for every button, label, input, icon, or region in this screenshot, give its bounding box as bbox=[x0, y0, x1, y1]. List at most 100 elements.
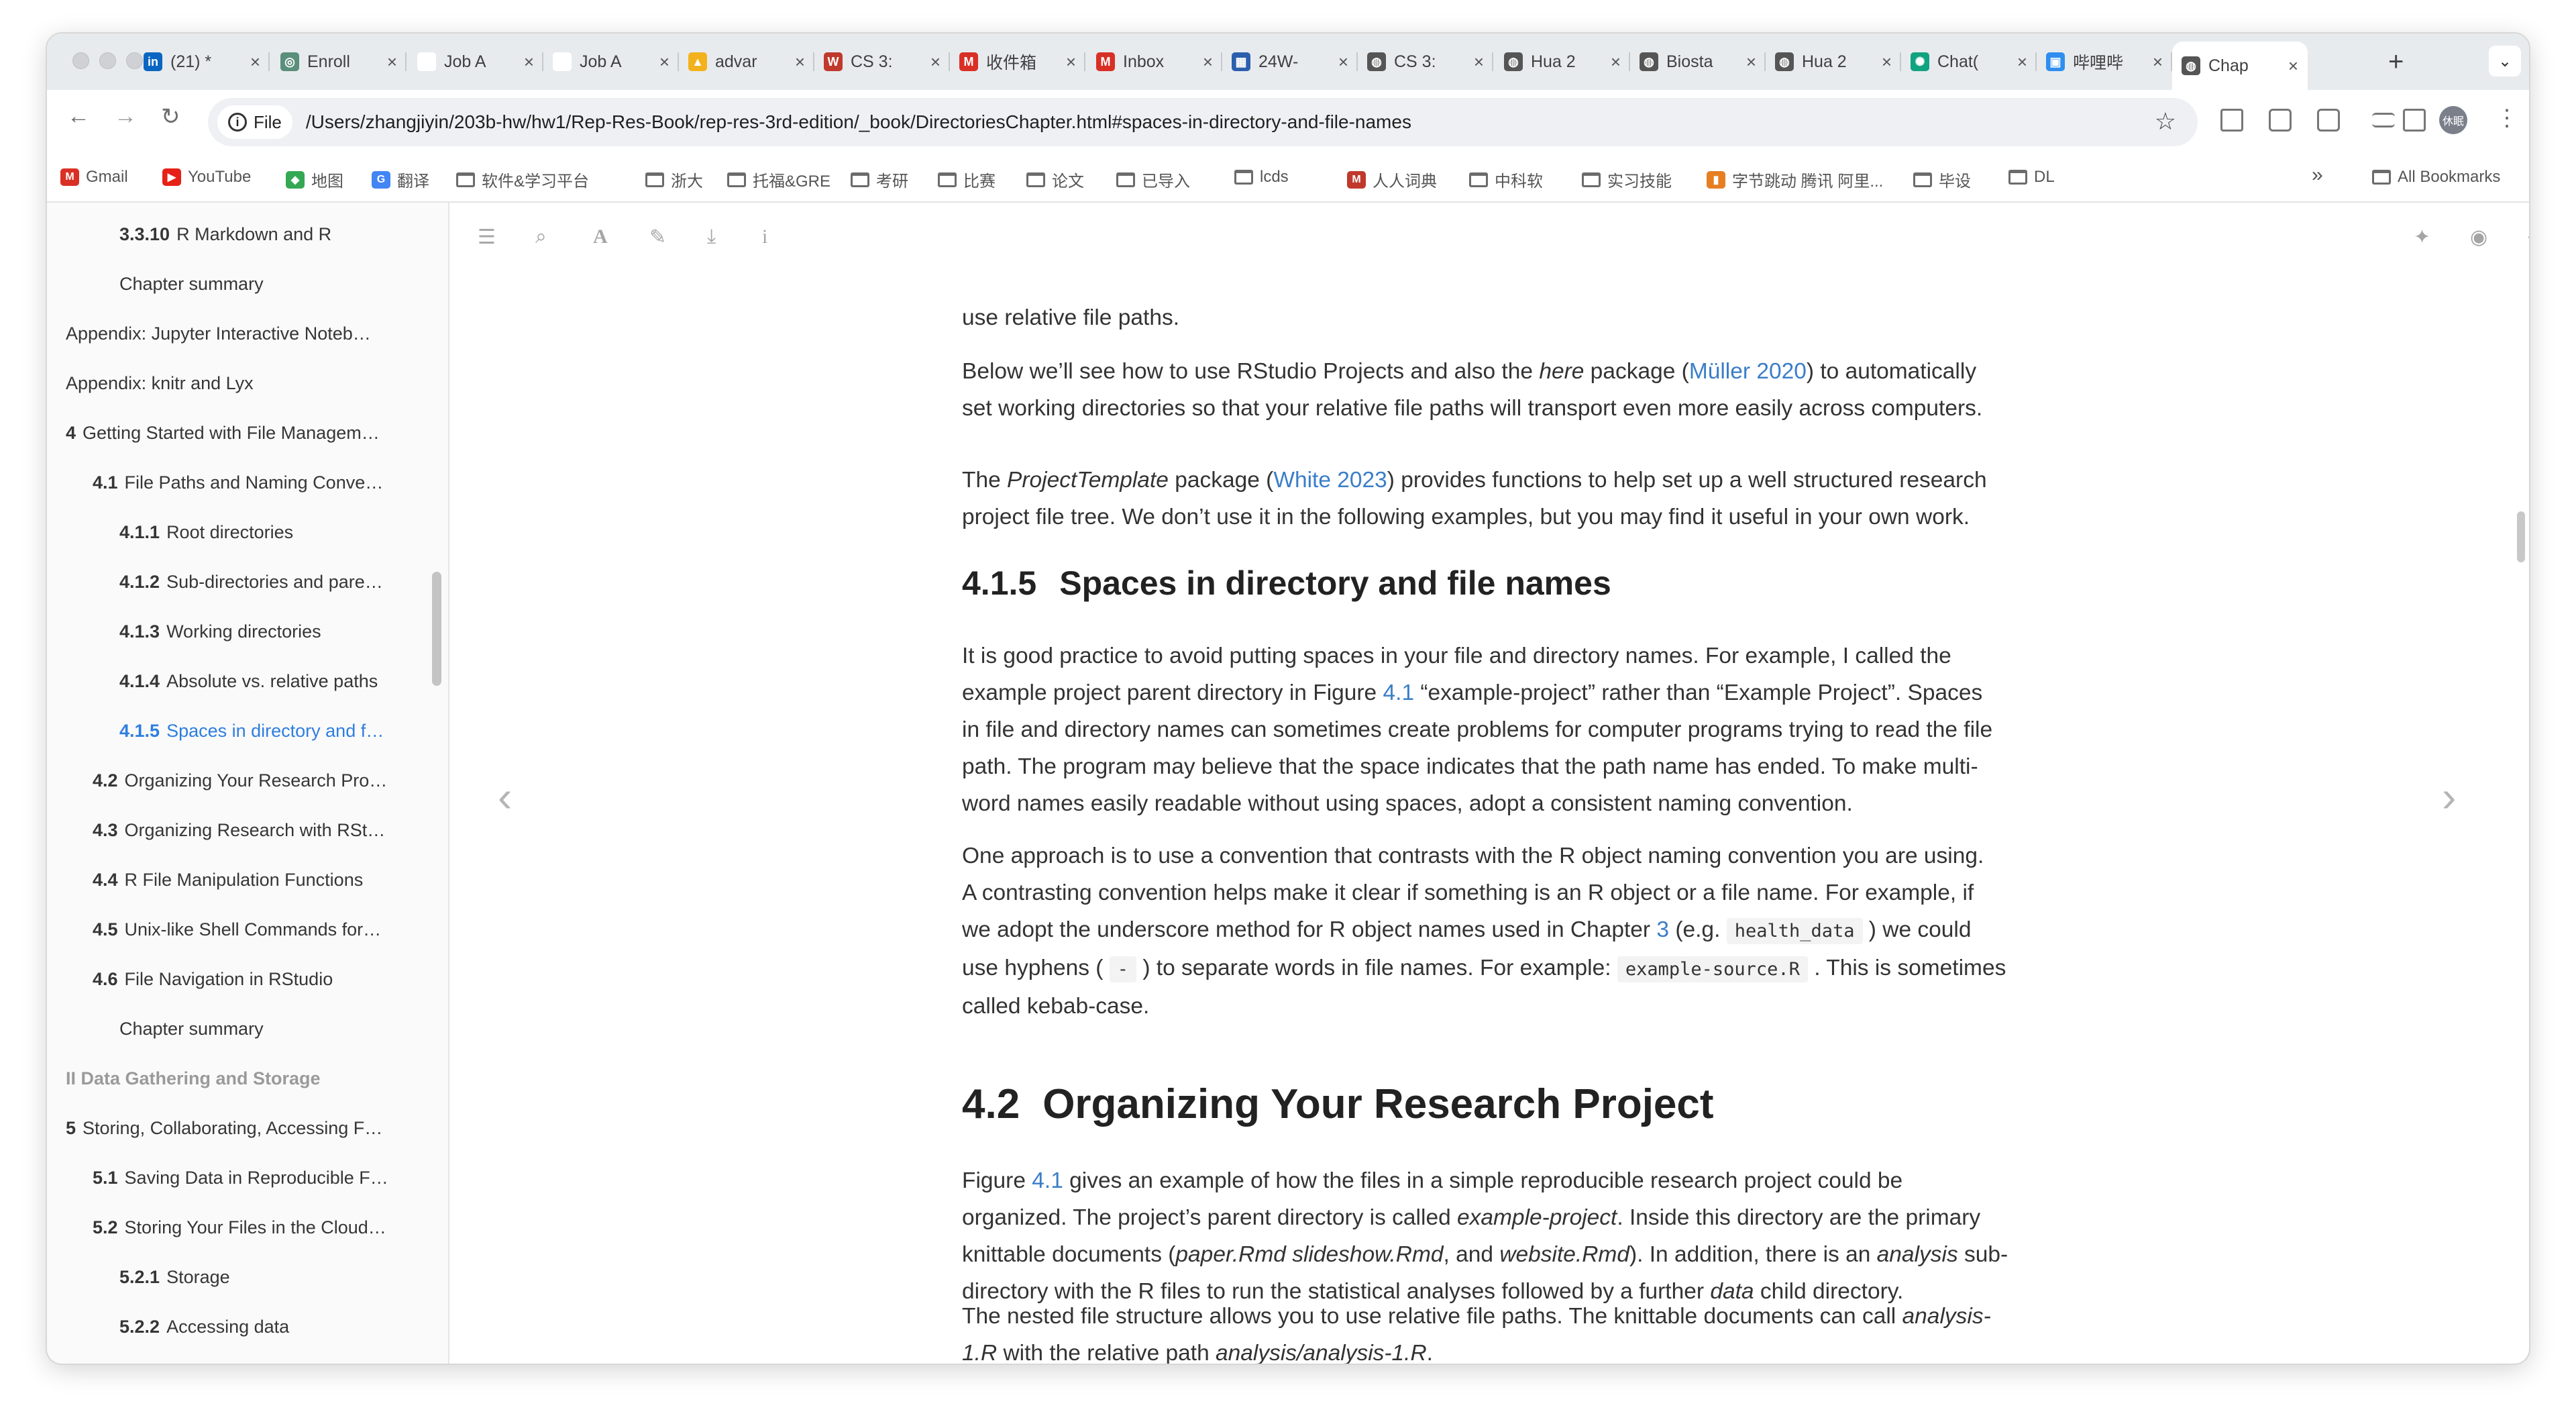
pen-extension-icon[interactable] bbox=[2269, 109, 2292, 132]
citation-link[interactable]: Müller 2020 bbox=[1689, 359, 1807, 384]
side-panel-icon[interactable] bbox=[2403, 109, 2426, 132]
bookmark-item[interactable]: ▶ YouTube bbox=[162, 168, 251, 187]
close-tab-icon[interactable]: × bbox=[1338, 52, 1348, 72]
browser-tab[interactable]: ◎ Enroll × bbox=[271, 42, 407, 82]
figure-link[interactable]: 4.1 bbox=[1032, 1168, 1063, 1193]
browser-tab[interactable]: M Inbox × bbox=[1087, 42, 1222, 82]
bookmark-item[interactable]: M Gmail bbox=[60, 168, 128, 187]
previous-page-chevron-icon[interactable]: ‹ bbox=[498, 772, 512, 821]
close-tab-icon[interactable]: × bbox=[2017, 52, 2027, 72]
toggle-sidebar-icon[interactable]: ☰ bbox=[478, 225, 496, 249]
toc-item[interactable]: II Data Gathering and Storage bbox=[66, 1068, 428, 1089]
close-tab-icon[interactable]: × bbox=[1474, 52, 1484, 72]
edit-icon[interactable]: ✎ bbox=[649, 225, 666, 249]
toc-item[interactable]: 5.2.1 Storage bbox=[119, 1267, 448, 1288]
browser-tab[interactable]: ◍ Hua 2 × bbox=[1766, 42, 1901, 82]
reading-list-icon[interactable] bbox=[2372, 113, 2395, 128]
toc-item[interactable]: 5.1 Saving Data in Reproducible F… bbox=[93, 1168, 448, 1188]
close-tab-icon[interactable]: × bbox=[250, 52, 260, 72]
profile-avatar[interactable]: 休眠 bbox=[2439, 106, 2467, 134]
close-tab-icon[interactable]: × bbox=[2153, 52, 2163, 72]
browser-tab[interactable]: ◍ CS 3: × bbox=[1358, 42, 1493, 82]
toc-item[interactable]: 4.1.2 Sub-directories and pare… bbox=[119, 572, 448, 593]
toc-item[interactable]: 5.2 Storing Your Files in the Cloud… bbox=[93, 1217, 448, 1238]
new-tab-button[interactable]: + bbox=[2388, 47, 2404, 77]
close-tab-icon[interactable]: × bbox=[1203, 52, 1213, 72]
back-arrow-icon[interactable]: ← bbox=[67, 103, 90, 130]
reload-icon[interactable]: ↻ bbox=[161, 103, 180, 130]
browser-tab[interactable]: ▣ 哔哩哔 × bbox=[2037, 42, 2172, 82]
toc-item[interactable]: 4.4 R File Manipulation Functions bbox=[93, 870, 448, 891]
browser-tab[interactable]: ◍ Biosta × bbox=[1630, 42, 1766, 82]
close-tab-icon[interactable]: × bbox=[524, 52, 534, 72]
puzzle-extensions-icon[interactable] bbox=[2317, 109, 2340, 132]
bookmark-item[interactable]: DL bbox=[2008, 168, 2055, 187]
browser-tab[interactable]: ◍ Chap × bbox=[2172, 42, 2308, 90]
share-icon[interactable]: ⋖ bbox=[2526, 225, 2529, 249]
content-scrollbar[interactable] bbox=[2517, 511, 2525, 562]
twitter-icon[interactable]: ✦ bbox=[2414, 225, 2430, 249]
menu-kebab-icon[interactable]: ⋮ bbox=[2496, 105, 2518, 132]
address-bar[interactable]: i File /Users/zhangjiyin/203b-hw/hw1/Rep… bbox=[208, 98, 2198, 146]
font-settings-icon[interactable]: A bbox=[593, 225, 608, 248]
forward-arrow-icon[interactable]: → bbox=[114, 103, 137, 130]
figure-link[interactable]: 4.1 bbox=[1383, 680, 1415, 705]
browser-tab[interactable]: Job A × bbox=[408, 42, 543, 82]
bookmarks-overflow-icon[interactable]: » bbox=[2312, 164, 2323, 187]
close-tab-icon[interactable]: × bbox=[1882, 52, 1892, 72]
browser-tab[interactable]: in (21) * × bbox=[134, 42, 270, 82]
bookmark-item[interactable]: 已导入 bbox=[1116, 168, 1190, 191]
bookmark-star-icon[interactable]: ☆ bbox=[2155, 107, 2176, 136]
toc-item[interactable]: 4.1.3 Working directories bbox=[119, 621, 448, 642]
bookmark-item[interactable]: 中科软 bbox=[1469, 168, 1543, 191]
info-icon[interactable]: i bbox=[762, 225, 767, 248]
github-icon[interactable]: ◉ bbox=[2470, 225, 2487, 249]
url-text[interactable]: /Users/zhangjiyin/203b-hw/hw1/Rep-Res-Bo… bbox=[306, 111, 1411, 133]
zotero-extension-icon[interactable] bbox=[2220, 109, 2243, 132]
toc-item[interactable]: 4.1.4 Absolute vs. relative paths bbox=[119, 671, 448, 692]
toc-item[interactable]: 4.6 File Navigation in RStudio bbox=[93, 969, 448, 990]
browser-tab[interactable]: ◍ Hua 2 × bbox=[1495, 42, 1630, 82]
toc-item[interactable]: 4.1.5 Spaces in directory and f… bbox=[119, 721, 448, 742]
browser-tab[interactable]: ▲ advar × bbox=[679, 42, 814, 82]
toc-item[interactable]: 5 Storing, Collaborating, Accessing F… bbox=[66, 1118, 428, 1139]
browser-tab[interactable]: W CS 3: × bbox=[814, 42, 950, 82]
close-tab-icon[interactable]: × bbox=[795, 52, 805, 72]
bookmark-item[interactable]: 软件&学习平台 bbox=[456, 168, 589, 191]
toc-item[interactable]: 4.1.1 Root directories bbox=[119, 522, 448, 543]
toc-item[interactable]: 4 Getting Started with File Managem… bbox=[66, 423, 428, 444]
bookmark-item[interactable]: 考研 bbox=[851, 168, 908, 191]
download-icon[interactable]: ⤓ bbox=[707, 225, 716, 248]
bookmark-item[interactable]: 毕设 bbox=[1913, 168, 1971, 191]
toc-item[interactable]: Appendix: Jupyter Interactive Noteb… bbox=[66, 323, 428, 344]
bookmark-item[interactable]: ◆ 地图 bbox=[286, 168, 343, 191]
bookmark-item[interactable]: 托福&GRE bbox=[727, 168, 830, 191]
toc-item[interactable]: 5.2.2 Accessing data bbox=[119, 1317, 448, 1337]
all-bookmarks-button[interactable]: All Bookmarks bbox=[2372, 168, 2500, 187]
close-tab-icon[interactable]: × bbox=[659, 52, 669, 72]
browser-tab[interactable]: M 收件箱 × bbox=[950, 42, 1085, 82]
close-tab-icon[interactable]: × bbox=[1611, 52, 1621, 72]
bookmark-item[interactable]: G 翻译 bbox=[372, 168, 429, 191]
bookmark-item[interactable]: lcds bbox=[1234, 168, 1289, 187]
close-tab-icon[interactable]: × bbox=[387, 52, 397, 72]
sidebar-scrollbar[interactable] bbox=[432, 572, 441, 686]
bookmark-item[interactable]: M 人人词典 bbox=[1347, 168, 1437, 191]
close-tab-icon[interactable]: × bbox=[1746, 52, 1756, 72]
browser-tab[interactable]: ▦ 24W- × bbox=[1222, 42, 1358, 82]
toc-item[interactable]: Chapter summary bbox=[119, 1019, 448, 1039]
search-icon[interactable]: ⌕ bbox=[535, 225, 547, 248]
browser-tab[interactable]: ✺ Chat(× bbox=[1901, 42, 2037, 82]
close-tab-icon[interactable]: × bbox=[930, 52, 941, 72]
toc-item[interactable]: Appendix: knitr and Lyx bbox=[66, 373, 428, 394]
close-tab-icon[interactable]: × bbox=[2288, 56, 2298, 77]
tab-search-chevron-icon[interactable]: ⌄ bbox=[2489, 46, 2521, 77]
browser-tab[interactable]: Job A × bbox=[543, 42, 679, 82]
bookmark-item[interactable]: 浙大 bbox=[645, 168, 703, 191]
bookmark-item[interactable]: 实习技能 bbox=[1582, 168, 1672, 191]
toc-item[interactable]: 4.3 Organizing Research with RSt… bbox=[93, 820, 448, 841]
toc-item[interactable]: 4.1 File Paths and Naming Conve… bbox=[93, 472, 448, 493]
site-info-chip[interactable]: i File bbox=[217, 105, 292, 139]
citation-link[interactable]: White 2023 bbox=[1273, 468, 1387, 493]
bookmark-item[interactable]: ▮ 字节跳动 腾讯 阿里... bbox=[1707, 168, 1883, 191]
